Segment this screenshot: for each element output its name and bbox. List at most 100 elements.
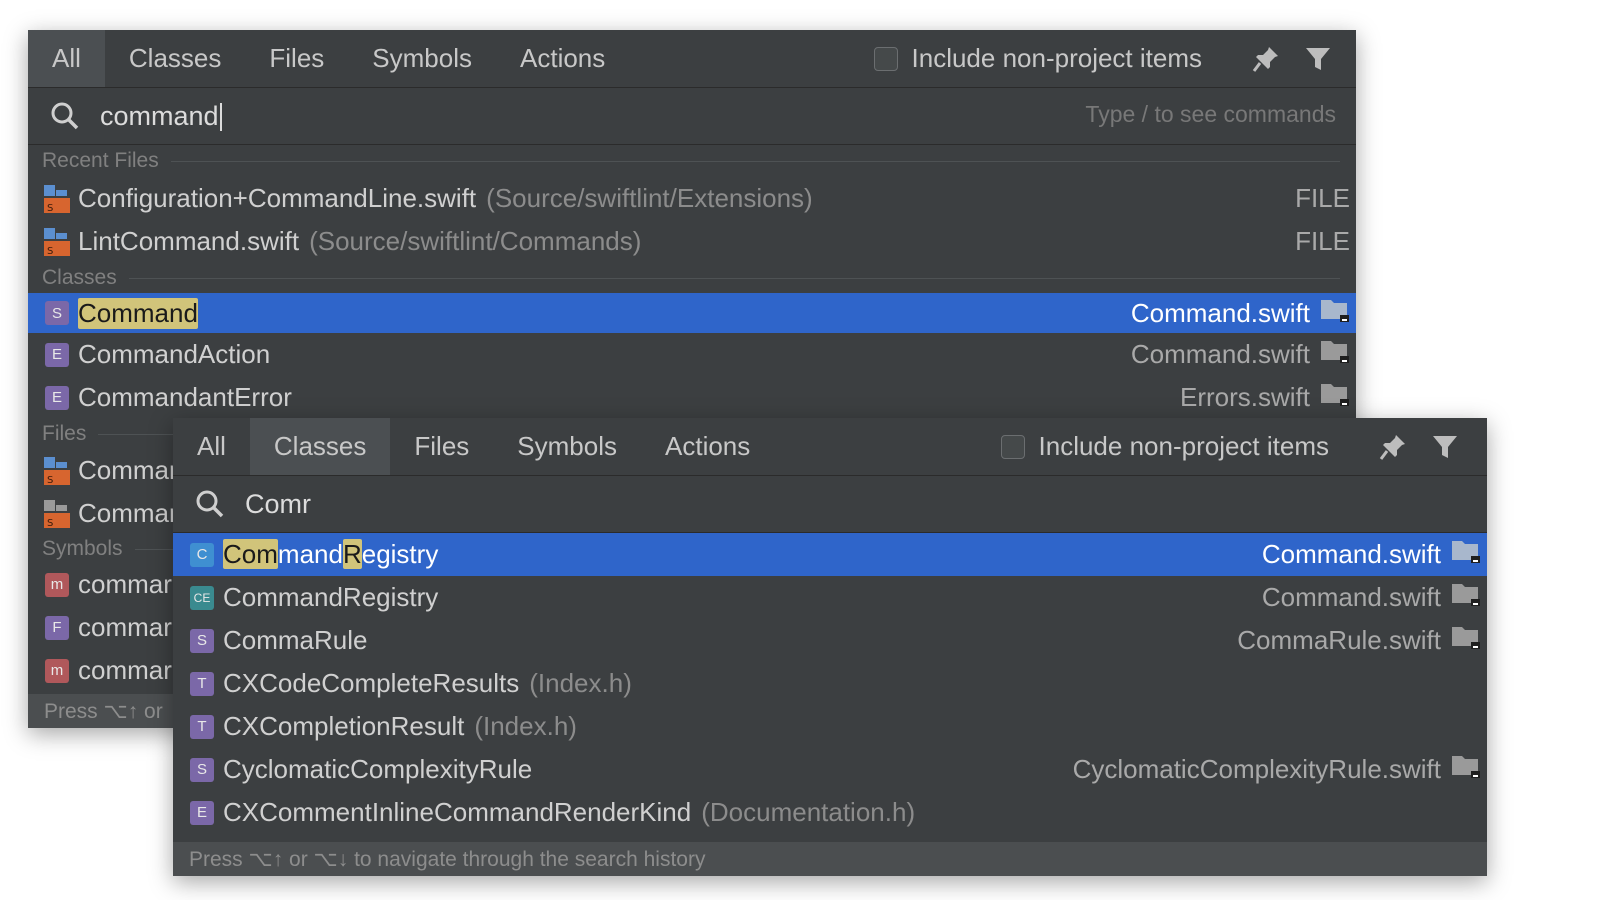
source-file: Errors.swift <box>1180 382 1310 412</box>
tab-all[interactable]: All <box>173 418 250 475</box>
item-location: Command.swift <box>1262 533 1481 576</box>
symbol-name: commar <box>78 612 172 642</box>
folder-icon <box>1451 753 1481 786</box>
section-label: Recent Files <box>42 149 159 172</box>
list-item[interactable]: S Configuration+CommandLine.swift (Sourc… <box>28 177 1356 220</box>
pin-icon[interactable] <box>1246 39 1286 79</box>
badge-letter: E <box>190 800 214 825</box>
badge-letter: T <box>190 714 214 739</box>
item-location: Command.swift <box>1131 333 1350 376</box>
source-file: CyclomaticComplexityRule.swift <box>1072 754 1441 784</box>
list-item[interactable]: S CommaRule CommaRule.swift <box>173 619 1487 662</box>
folder-icon <box>1320 381 1350 414</box>
symbol-name: commar <box>78 569 172 599</box>
class-name: CXCompletionResult <box>223 711 465 741</box>
tab-files[interactable]: Files <box>390 418 493 475</box>
list-item[interactable]: T CXCompletionResult (Index.h) <box>173 705 1487 748</box>
section-label: Symbols <box>42 537 123 560</box>
enum-icon: E <box>44 385 70 411</box>
function-icon: F <box>44 615 70 641</box>
list-item-selected[interactable]: S Command Command.swift <box>28 293 1356 333</box>
filter-icon[interactable] <box>1425 427 1465 467</box>
section-label: Classes <box>42 266 117 289</box>
list-item[interactable]: S LintCommand.swift (Source/swiftlint/Co… <box>28 220 1356 263</box>
source-file: Command.swift <box>1130 339 1310 369</box>
badge-letter: m <box>45 658 69 683</box>
badge-letter: CE <box>190 585 214 610</box>
list-item[interactable]: S CyclomaticComplexityRule CyclomaticCom… <box>173 748 1487 791</box>
tab-all[interactable]: All <box>28 30 105 87</box>
include-non-project-checkbox[interactable]: Include non-project items <box>873 43 1202 74</box>
filter-icon[interactable] <box>1298 39 1338 79</box>
search-icon <box>195 489 225 519</box>
badge-letter: E <box>45 342 69 367</box>
source-file: CommaRule.swift <box>1237 625 1441 655</box>
file-name: Configuration+CommandLine.swift <box>78 183 477 213</box>
class-name: Command <box>78 297 198 329</box>
footer-hint: Press ⌥↑ or ⌥↓ to navigate through the s… <box>173 842 1487 876</box>
checkbox-box[interactable] <box>1000 434 1025 459</box>
svg-text:S: S <box>47 246 53 256</box>
badge-letter: C <box>190 542 214 567</box>
include-non-project-checkbox[interactable]: Include non-project items <box>1000 431 1329 462</box>
list-item[interactable]: CE CommandRegistry Command.swift <box>173 576 1487 619</box>
svg-text:S: S <box>47 203 53 213</box>
search-value: command <box>100 100 219 131</box>
item-location: Command.swift <box>1131 293 1350 333</box>
search-everywhere-popup-front: All Classes Files Symbols Actions Includ… <box>173 418 1487 876</box>
search-bar: Comr <box>173 476 1487 533</box>
checkbox-box[interactable] <box>873 46 898 71</box>
tab-symbols[interactable]: Symbols <box>348 30 496 87</box>
tab-classes[interactable]: Classes <box>105 30 245 87</box>
enum-icon: E <box>189 800 215 826</box>
tab-classes[interactable]: Classes <box>249 418 391 475</box>
tab-bar: All Classes Files Symbols Actions Includ… <box>173 418 1487 476</box>
folder-icon <box>1320 338 1350 371</box>
struct-icon: S <box>189 757 215 783</box>
svg-text:S: S <box>47 518 53 528</box>
search-icon <box>50 101 80 131</box>
struct-icon: S <box>44 300 70 326</box>
match-highlight: Com <box>223 539 278 569</box>
search-input[interactable]: command <box>100 101 222 132</box>
class-name: CommandAction <box>78 339 271 369</box>
file-path: (Index.h) <box>474 711 577 741</box>
class-icon: C <box>189 542 215 568</box>
source-file: Command.swift <box>1261 539 1441 569</box>
pin-icon[interactable] <box>1373 427 1413 467</box>
tab-actions[interactable]: Actions <box>641 418 774 475</box>
badge-letter: S <box>190 757 214 782</box>
search-hint: Type / to see commands <box>1085 101 1336 127</box>
list-item[interactable]: E CommandAction Command.swift <box>28 333 1356 376</box>
struct-icon: S <box>189 628 215 654</box>
list-item-selected[interactable]: C CommandRegistry Command.swift <box>173 533 1487 576</box>
list-item[interactable]: E CommandantError Errors.swift <box>28 376 1356 419</box>
file-name: Commar <box>78 455 178 485</box>
swift-file-icon: S <box>44 456 70 485</box>
file-path: (Source/swiftlint/Extensions) <box>486 183 813 213</box>
file-path: (Source/swiftlint/Commands) <box>309 226 642 256</box>
class-name: CyclomaticComplexityRule <box>223 754 533 784</box>
badge-letter: m <box>45 572 69 597</box>
tab-actions[interactable]: Actions <box>496 30 629 87</box>
search-bar: command Type / to see commands <box>28 88 1356 145</box>
text-caret <box>219 103 222 132</box>
file-name: Commar <box>78 498 178 528</box>
folder-icon <box>1451 538 1481 571</box>
class-extension-icon: CE <box>189 585 215 611</box>
tab-files[interactable]: Files <box>245 30 348 87</box>
badge-letter: S <box>190 628 214 653</box>
match-highlight: R <box>342 539 362 569</box>
search-input[interactable]: Comr <box>245 489 311 520</box>
class-name: CXCommentInlineCommandRenderKind <box>223 797 692 827</box>
class-name: CommandantError <box>78 382 292 412</box>
tab-symbols[interactable]: Symbols <box>493 418 641 475</box>
svg-text:S: S <box>47 475 53 485</box>
list-item[interactable]: T CXCodeCompleteResults (Index.h) <box>173 662 1487 705</box>
item-location: Command.swift <box>1262 576 1481 619</box>
class-name: CXCodeCompleteResults <box>223 668 520 698</box>
item-location: Errors.swift <box>1180 376 1350 419</box>
list-item[interactable]: E CXCommentInlineCommandRenderKind (Docu… <box>173 791 1487 834</box>
include-non-project-label: Include non-project items <box>1038 431 1329 461</box>
file-path: (Documentation.h) <box>701 797 916 827</box>
